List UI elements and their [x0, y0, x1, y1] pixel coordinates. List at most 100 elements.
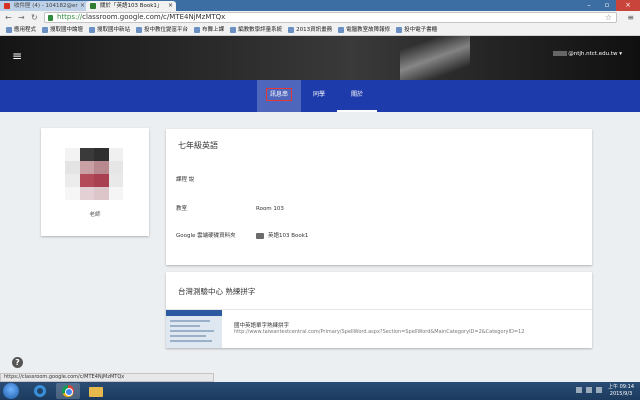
browser-tab-strip: 收件匣 (4) - 104182@er × 關於「英語103 Book1」 × …: [0, 0, 640, 11]
close-icon[interactable]: ×: [80, 1, 85, 11]
page-icon: [89, 27, 96, 33]
thumbnail-header: [166, 310, 222, 316]
bookmark-item[interactable]: 搜取國中新站: [87, 24, 130, 36]
forward-icon[interactable]: →: [18, 13, 25, 22]
chrome-logo: [62, 385, 74, 397]
drive-folder-name: 英語103 Book1: [268, 233, 309, 239]
bookmark-item[interactable]: 應用程式: [4, 24, 36, 36]
bookmark-label: 搜取國中論壇: [50, 27, 84, 33]
bookmark-item[interactable]: 搜取國中論壇: [40, 24, 83, 36]
clock-date: 2015/9/3: [609, 391, 633, 397]
help-icon[interactable]: ?: [12, 357, 23, 368]
thumbnail-line: [170, 335, 206, 337]
ie-logo: [34, 385, 46, 397]
main-content: 老師 七年級英語 課程 說 教室 Room 103 Google 雲端硬碟資料夾…: [0, 112, 640, 382]
page-icon: [136, 27, 143, 33]
tab-stream[interactable]: 訊息串: [257, 80, 301, 112]
tab-students-label: 同學: [312, 91, 325, 98]
page-icon: [338, 27, 345, 33]
bookmark-star-icon[interactable]: ☆: [605, 13, 612, 22]
thumbnail-line: [170, 330, 214, 332]
bookmark-label: 投中教位變富平台: [144, 27, 189, 33]
bookmark-label: 編教數學評量系統: [238, 27, 283, 33]
room-value: Room 103: [256, 206, 284, 212]
resource-card: 台灣測驗中心 熟練拼字 國中英語單字熟練拼字 http://www.taiwan…: [166, 272, 592, 348]
tab-students[interactable]: 同學: [304, 80, 334, 112]
teacher-label: 老師: [89, 212, 101, 218]
start-button-icon[interactable]: [3, 383, 19, 399]
link-url[interactable]: http://www.taiwantestcentral.com/Primary…: [234, 329, 524, 335]
thumbnail-line: [170, 320, 210, 322]
clock-time: 上午 09:14: [608, 384, 634, 390]
volume-icon[interactable]: [596, 387, 602, 393]
browser-tab-gmail[interactable]: 收件匣 (4) - 104182@er ×: [0, 1, 88, 11]
apps-icon: [6, 27, 12, 33]
url-scheme: https://: [57, 13, 83, 21]
drive-folder-row: Google 雲端硬碟資料夾 英語103 Book1: [176, 232, 308, 240]
folder-logo: [89, 387, 103, 397]
bookmark-label: 投中電子書櫃: [404, 27, 438, 33]
status-bar: https://classroom.google.com/c/MTE4NjMzM…: [0, 373, 214, 382]
bookmark-label: 布舞上課: [202, 27, 225, 33]
redacted-username: [553, 51, 568, 56]
link-title[interactable]: 國中英語單字熟練拼字: [234, 321, 289, 329]
bookmark-label: 應用程式: [14, 27, 37, 33]
browser-tab-title: 收件匣 (4) - 104182@er: [14, 3, 78, 9]
bookmark-item[interactable]: 2013資訊畫務: [286, 24, 332, 36]
folder-icon: [256, 232, 264, 239]
bookmark-label: 2013資訊畫務: [296, 27, 333, 33]
drive-folder-label: Google 雲端硬碟資料夾: [176, 233, 236, 239]
gmail-icon: [4, 3, 10, 9]
classroom-icon: [90, 3, 96, 9]
url-text: https://classroom.google.com/c/MTE4NjMzM…: [57, 13, 225, 22]
minimize-icon[interactable]: –: [580, 0, 598, 11]
browser-tab-classroom[interactable]: 關於「英語103 Book1」 ×: [86, 1, 176, 11]
link-thumbnail[interactable]: [166, 310, 222, 348]
tab-stream-label: 訊息串: [265, 88, 292, 101]
account-menu[interactable]: @ntjh.ntct.edu.tw ▾: [553, 50, 622, 58]
file-explorer-icon[interactable]: [84, 383, 108, 399]
lock-icon: [48, 15, 53, 21]
chrome-menu-icon[interactable]: ≡: [627, 13, 634, 22]
tray-arrow-icon[interactable]: [576, 387, 582, 393]
bookmark-item[interactable]: 編教數學評量系統: [228, 24, 282, 36]
drive-folder-link[interactable]: 英語103 Book1: [256, 232, 308, 240]
description-row: 課程 說: [176, 176, 194, 184]
hamburger-menu-icon[interactable]: ≡: [12, 50, 22, 62]
account-email: @ntjh.ntct.edu.tw: [568, 51, 618, 57]
description-label: 課程 說: [176, 177, 195, 183]
bookmark-item[interactable]: 布舞上課: [192, 24, 224, 36]
tab-about[interactable]: 關於: [337, 80, 377, 112]
maximize-icon[interactable]: ▫: [598, 0, 616, 11]
bookmark-label: 搜取國中新站: [97, 27, 131, 33]
url-path: /c/MTE4NjMzMTQx: [160, 13, 226, 21]
bookmark-item[interactable]: 投中電子書櫃: [394, 24, 437, 36]
page-icon: [42, 27, 49, 33]
internet-explorer-icon[interactable]: [28, 383, 52, 399]
close-icon[interactable]: ×: [168, 1, 173, 11]
bookmark-item[interactable]: 電腦教室故障報修: [336, 24, 390, 36]
class-nav-bar: 訊息串 同學 關於: [0, 80, 640, 112]
bookmark-item[interactable]: 投中教位變富平台: [134, 24, 188, 36]
thumbnail-line: [170, 340, 212, 342]
reload-icon[interactable]: ↻: [31, 13, 38, 22]
back-icon[interactable]: ←: [5, 13, 12, 22]
page-icon: [230, 27, 237, 33]
tab-about-label: 關於: [350, 91, 363, 98]
window-close-icon[interactable]: ×: [616, 0, 640, 11]
avatar: [65, 148, 123, 200]
chrome-icon[interactable]: [56, 383, 80, 399]
room-label: 教室: [176, 206, 188, 212]
url-input[interactable]: https://classroom.google.com/c/MTE4NjMzM…: [44, 12, 617, 23]
class-header: ≡ @ntjh.ntct.edu.tw ▾: [0, 36, 640, 80]
browser-tab-title: 關於「英語103 Book1」: [100, 3, 163, 9]
bookmarks-bar: 應用程式 搜取國中論壇 搜取國中新站 投中教位變富平台 布舞上課 編教數學評量系…: [0, 24, 640, 36]
teacher-card: 老師: [41, 128, 149, 236]
resource-title: 台灣測驗中心 熟練拼字: [178, 287, 256, 296]
network-icon[interactable]: [586, 387, 592, 393]
system-tray: [576, 387, 602, 393]
clock[interactable]: 上午 09:14 2015/9/3: [608, 384, 634, 398]
page-icon: [288, 27, 295, 33]
divider: [166, 309, 592, 310]
header-feather-decoration: [400, 36, 470, 80]
